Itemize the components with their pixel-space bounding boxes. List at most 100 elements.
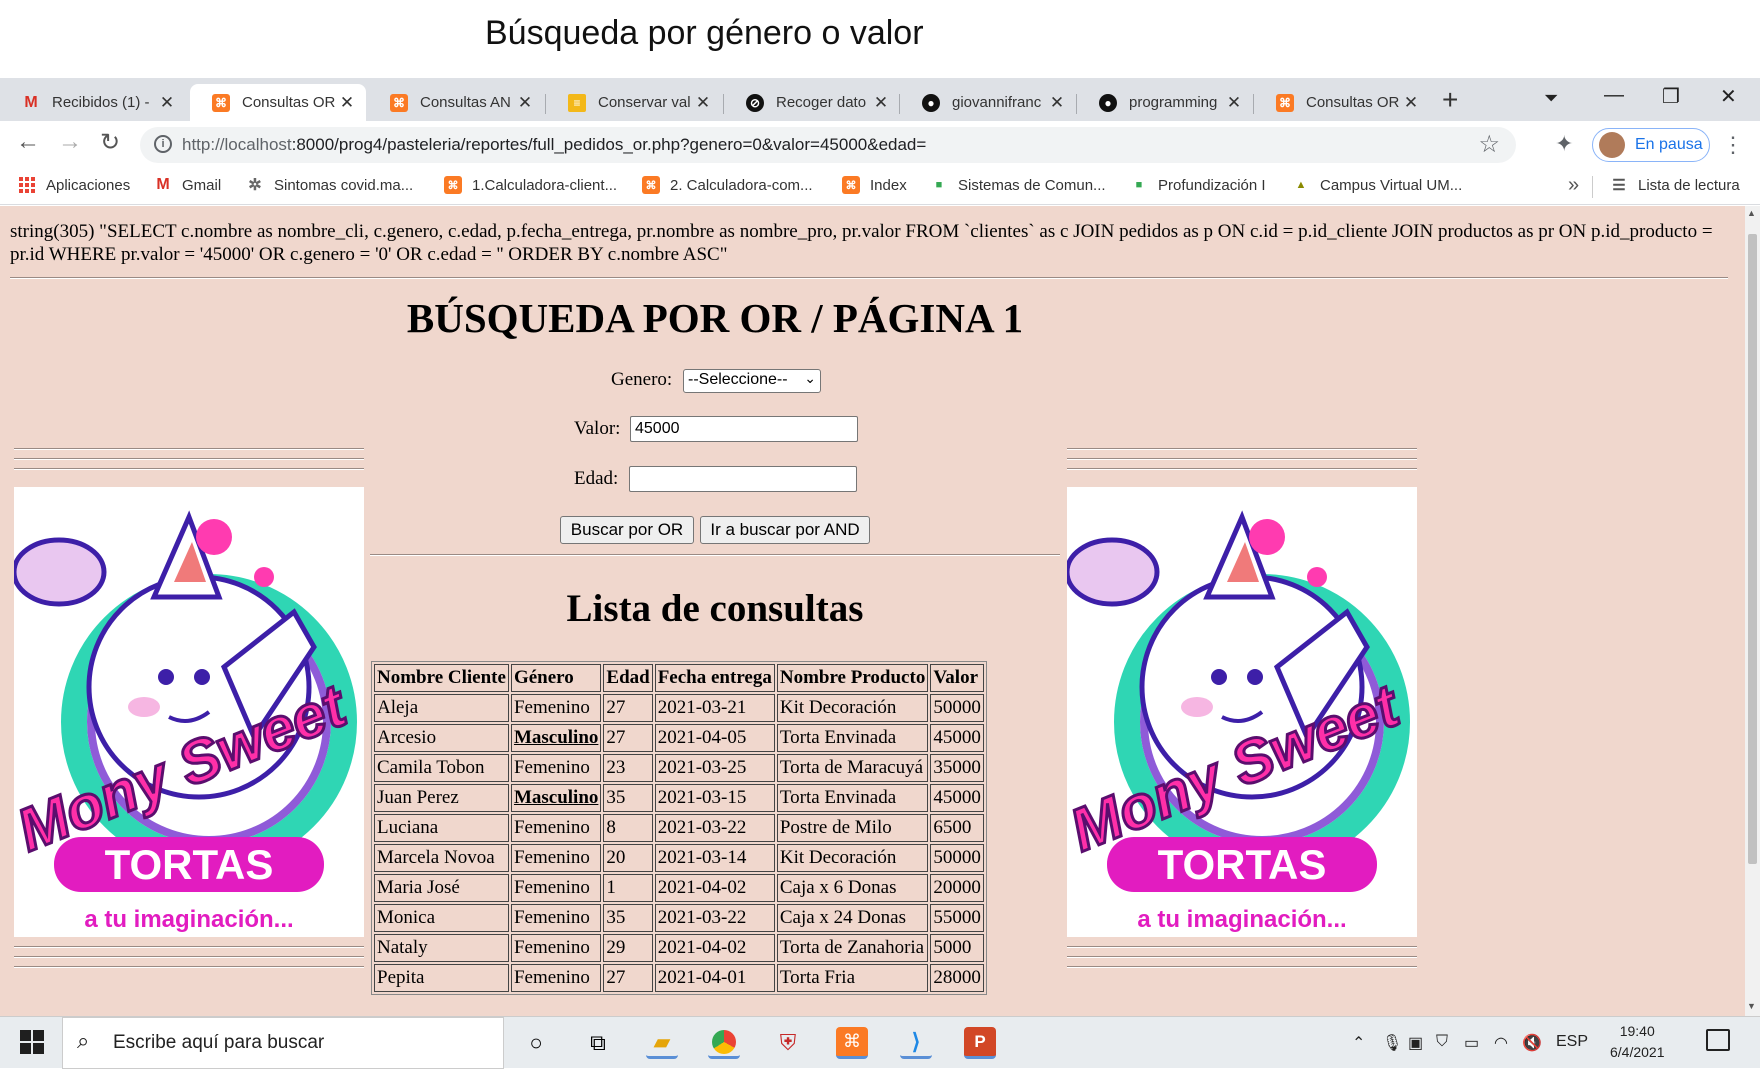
gmail-icon: M: [24, 93, 38, 111]
cell-valor: 50000: [930, 844, 984, 872]
tab-consultas-and[interactable]: ⌘ Consultas AN ✕: [368, 84, 544, 121]
info-icon[interactable]: i: [154, 135, 172, 153]
vscode-icon[interactable]: ⟩: [900, 1027, 932, 1059]
monitor-icon[interactable]: ▣: [1408, 1033, 1423, 1053]
cell-nombre-producto: Postre de Milo: [776, 814, 929, 842]
reload-icon[interactable]: ↻: [100, 128, 120, 157]
star-icon[interactable]: ☆: [1478, 130, 1500, 159]
menu-dots-icon[interactable]: ⋮: [1722, 132, 1744, 158]
file-explorer-icon[interactable]: ▰: [646, 1027, 678, 1059]
cell-fecha-entrega: 2021-03-22: [654, 814, 775, 842]
bookmark-sistemas[interactable]: ■ Sistemas de Comun...: [930, 176, 1106, 194]
edad-input[interactable]: [629, 466, 857, 492]
bookmark-calculadora-1[interactable]: ⌘ 1.Calculadora-client...: [444, 176, 617, 194]
tab-consultas-or[interactable]: ⌘ Consultas OR ✕: [190, 84, 366, 121]
tab-recoger[interactable]: ⊘ Recoger dato ✕: [724, 84, 900, 121]
language-indicator[interactable]: ESP: [1556, 1033, 1588, 1051]
windows-start-icon[interactable]: [20, 1030, 44, 1054]
minimize-icon[interactable]: —: [1604, 84, 1624, 107]
bookmark-aplicaciones[interactable]: Aplicaciones: [18, 176, 130, 194]
logo-tagline-text: a tu imaginación...: [84, 906, 293, 933]
window-close-icon[interactable]: ✕: [1720, 84, 1737, 109]
left-logo-image: Mony Sweet TORTAS a tu imaginación...: [14, 487, 364, 937]
task-view-icon[interactable]: ⧉: [582, 1027, 614, 1059]
back-arrow-icon[interactable]: ←: [16, 128, 40, 156]
clock-time: 19:40: [1619, 1023, 1655, 1039]
powerpoint-icon[interactable]: P: [964, 1027, 996, 1059]
xampp-taskbar-icon[interactable]: ⌘: [836, 1027, 868, 1059]
close-icon[interactable]: ✕: [694, 93, 712, 113]
cell-edad: 27: [603, 964, 653, 992]
cell-valor: 45000: [930, 724, 984, 752]
valor-input[interactable]: 45000: [630, 416, 858, 442]
bookmark-index[interactable]: ⌘ Index: [842, 176, 907, 194]
cortana-circle-icon[interactable]: ○: [520, 1027, 552, 1059]
new-tab-plus-icon[interactable]: +: [1442, 84, 1458, 116]
bookmark-gmail[interactable]: M Gmail: [154, 176, 221, 194]
table-row: Nataly Femenino 29 2021-04-02 Torta de Zanah…: [374, 934, 984, 962]
windows-taskbar: ⌕ Escribe aquí para buscar ○ ⧉ ▰ ⛨ ⌘ ⟩ P…: [0, 1016, 1760, 1069]
bookmark-label: 1.Calculadora-client...: [472, 176, 618, 194]
security-shield-icon[interactable]: ⛨: [772, 1027, 804, 1059]
right-logo-image: Mony Sweet TORTAS a tu imaginación...: [1067, 487, 1417, 937]
restore-icon[interactable]: ❐: [1662, 84, 1680, 109]
circle-icon: ⊘: [746, 93, 764, 112]
cell-nombre-cliente: Juan Perez: [374, 784, 509, 812]
github-icon: ●: [1099, 93, 1117, 112]
xampp-icon: ⌘: [642, 176, 660, 194]
scroll-down-arrow-icon[interactable]: ▼: [1747, 1001, 1756, 1011]
genero-select[interactable]: --Seleccione-- ⌄: [683, 369, 821, 393]
tab-github-1[interactable]: ● giovannifranc ✕: [900, 84, 1076, 121]
chevron-up-icon[interactable]: ⌃: [1352, 1033, 1365, 1053]
system-clock[interactable]: 19:40 6/4/2021: [1610, 1021, 1665, 1063]
close-icon[interactable]: ✕: [158, 93, 176, 113]
reading-list[interactable]: ☰ Lista de lectura: [1610, 176, 1739, 195]
close-icon[interactable]: ✕: [1048, 93, 1066, 113]
tab-conservar[interactable]: ≡ Conservar val ✕: [546, 84, 722, 121]
cell-edad: 29: [603, 934, 653, 962]
bookmark-profundizacion[interactable]: ■ Profundización I: [1130, 176, 1266, 194]
notification-icon[interactable]: [1706, 1029, 1730, 1051]
page-scrollbar[interactable]: ▲ ▼: [1745, 206, 1760, 1016]
close-icon[interactable]: ✕: [338, 93, 356, 113]
col-edad: Edad: [603, 664, 653, 692]
extensions-puzzle-icon[interactable]: ✦: [1555, 131, 1573, 157]
wifi-icon[interactable]: ◠: [1494, 1033, 1508, 1053]
buscar-or-button[interactable]: Buscar por OR: [560, 516, 694, 544]
profile-label: En pausa: [1635, 136, 1703, 153]
bookmark-calculadora-2[interactable]: ⌘ 2. Calculadora-com...: [642, 176, 813, 194]
cell-genero: Femenino: [510, 934, 602, 962]
volume-muted-icon[interactable]: 🔇: [1522, 1033, 1542, 1053]
tab-search-icon[interactable]: ⏷: [1544, 88, 1558, 109]
microphone-icon[interactable]: 🎙: [1382, 1033, 1402, 1053]
cell-nombre-producto: Torta de Zanahoria: [776, 934, 929, 962]
url-text[interactable]: http://localhost:8000/prog4/pasteleria/r…: [182, 135, 926, 155]
tab-consultas-or-2[interactable]: ⌘ Consultas OR ✕: [1254, 84, 1430, 121]
close-icon[interactable]: ✕: [872, 93, 890, 113]
shield-icon[interactable]: ⛉: [1436, 1033, 1448, 1051]
scroll-thumb[interactable]: [1748, 234, 1757, 864]
tab-gmail[interactable]: M Recibidos (1) - ✕: [0, 84, 186, 121]
tab-github-2[interactable]: ● programming ✕: [1077, 84, 1253, 121]
close-icon[interactable]: ✕: [1402, 93, 1420, 113]
xampp-icon: ⌘: [1276, 93, 1294, 112]
bookmark-campus[interactable]: ▲ Campus Virtual UM...: [1292, 176, 1463, 194]
taskbar-search-box[interactable]: ⌕ Escribe aquí para buscar: [62, 1017, 504, 1069]
forward-arrow-icon[interactable]: →: [58, 128, 82, 156]
chevron-more-icon[interactable]: »: [1568, 174, 1579, 197]
buscar-and-button[interactable]: Ir a buscar por AND: [700, 516, 870, 544]
scroll-up-arrow-icon[interactable]: ▲: [1747, 208, 1756, 218]
cell-genero: Femenino: [510, 694, 602, 722]
bookmark-sintomas[interactable]: ✲ Sintomas covid.ma...: [246, 176, 413, 195]
profile-button[interactable]: En pausa: [1592, 128, 1710, 162]
cell-edad: 1: [603, 874, 653, 902]
tab-title: Conservar val: [598, 94, 691, 111]
meet-icon: ■: [935, 179, 943, 191]
close-icon[interactable]: ✕: [1225, 93, 1243, 113]
close-icon[interactable]: ✕: [516, 93, 534, 113]
table-row: Monica Femenino 35 2021-03-22 Caja x 24 Dona…: [374, 904, 984, 932]
chrome-icon[interactable]: [708, 1027, 740, 1059]
battery-icon[interactable]: ▭: [1464, 1033, 1479, 1053]
cell-genero: Femenino: [510, 814, 602, 842]
address-bar[interactable]: i http://localhost:8000/prog4/pasteleria…: [140, 127, 1516, 163]
